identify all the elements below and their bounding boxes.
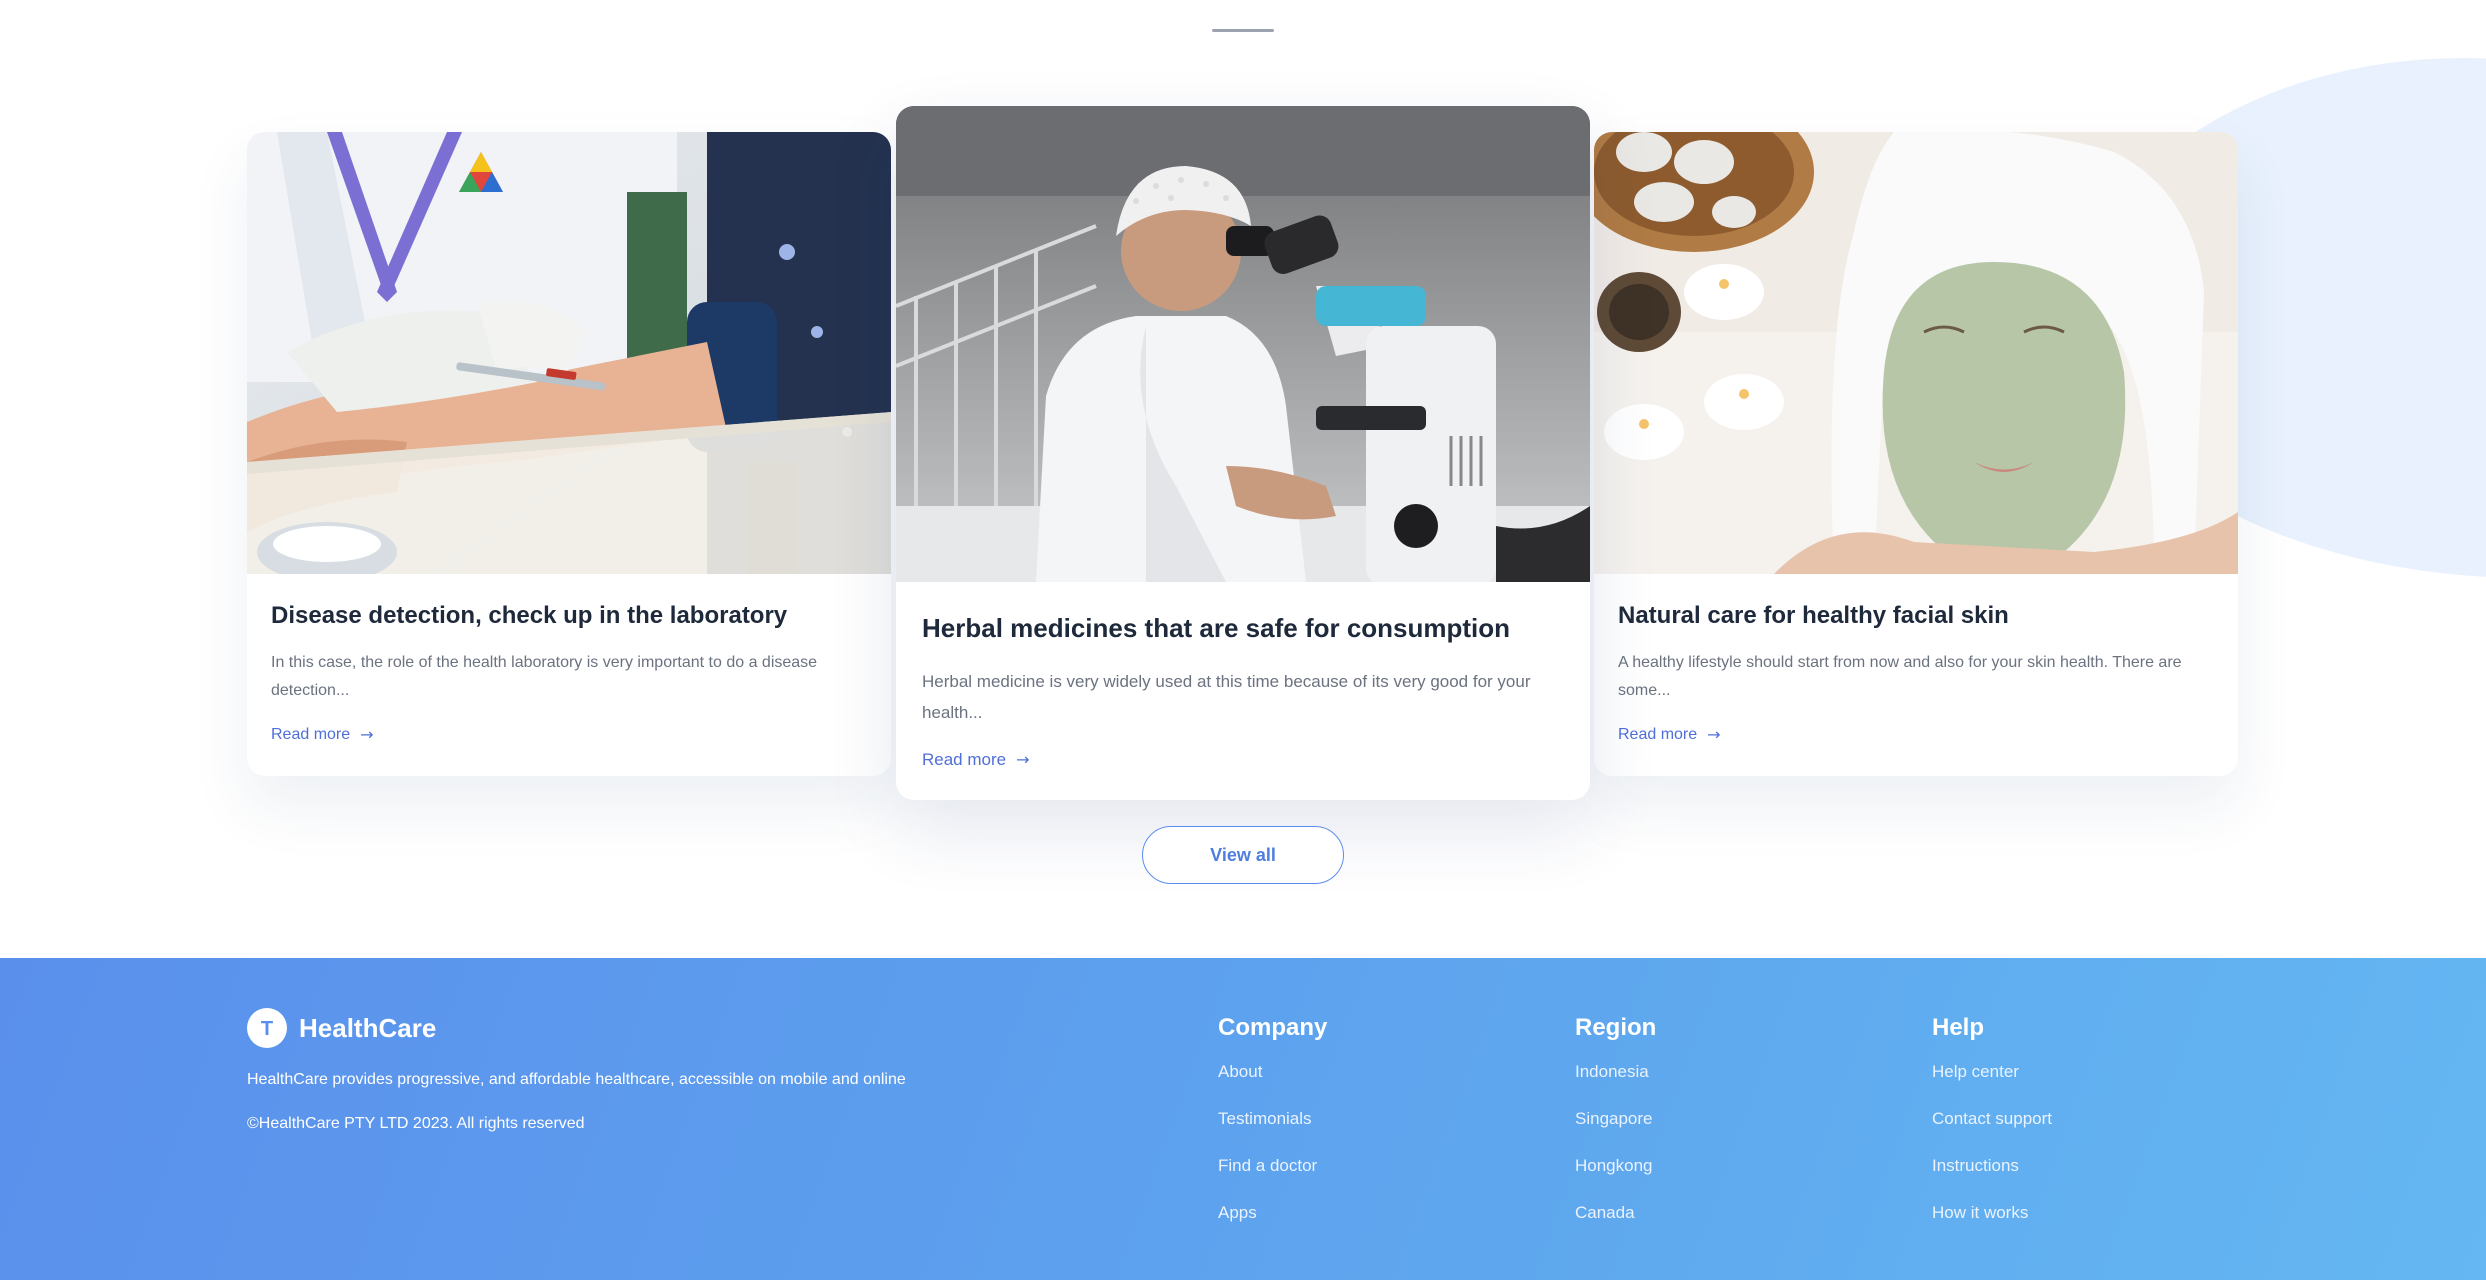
read-more-label: Read more: [271, 725, 351, 743]
read-more-link[interactable]: Read more →: [271, 725, 374, 744]
article-image[interactable]: [247, 132, 891, 574]
microscope-researcher-photo: [896, 106, 1590, 582]
footer: T HealthCare HealthCare provides progres…: [0, 958, 2486, 1280]
logo-letter: T: [261, 1018, 273, 1040]
footer-link-singapore[interactable]: Singapore: [1575, 1109, 1656, 1156]
footer-column-region: Region Indonesia Singapore Hongkong Cana…: [1575, 1014, 1656, 1250]
arrow-right-icon: →: [1707, 725, 1721, 745]
read-more-link[interactable]: Read more →: [922, 750, 1030, 770]
brand-description: HealthCare provides progressive, and aff…: [247, 1071, 906, 1088]
footer-column-title: Company: [1218, 1014, 1328, 1041]
page: Disease detection, check up in the labor…: [0, 0, 2486, 1280]
article-image[interactable]: [1594, 132, 2238, 574]
brand-name: HealthCare: [299, 1012, 437, 1043]
footer-link-hongkong[interactable]: Hongkong: [1575, 1156, 1656, 1203]
healthcare-logo-icon: T: [247, 1008, 287, 1048]
arrow-right-icon: →: [360, 725, 374, 745]
footer-brand[interactable]: T HealthCare: [247, 1008, 436, 1048]
footer-column-help: Help Help center Contact support Instruc…: [1932, 1014, 2052, 1250]
footer-link-canada[interactable]: Canada: [1575, 1203, 1656, 1250]
article-title[interactable]: Herbal medicines that are safe for consu…: [922, 612, 1564, 646]
blood-test-photo: [247, 132, 891, 574]
footer-link-contact-support[interactable]: Contact support: [1932, 1109, 2052, 1156]
article-title[interactable]: Disease detection, check up in the labor…: [271, 600, 867, 631]
read-more-link[interactable]: Read more →: [1618, 725, 1721, 744]
article-body: Disease detection, check up in the labor…: [247, 574, 891, 744]
facial-mask-spa-photo: [1594, 132, 2238, 574]
article-body: Herbal medicines that are safe for consu…: [896, 582, 1590, 770]
copyright: ©HealthCare PTY LTD 2023. All rights res…: [247, 1115, 585, 1132]
article-title[interactable]: Natural care for healthy facial skin: [1618, 600, 2214, 631]
footer-link-instructions[interactable]: Instructions: [1932, 1156, 2052, 1203]
footer-link-find-a-doctor[interactable]: Find a doctor: [1218, 1156, 1327, 1203]
footer-link-indonesia[interactable]: Indonesia: [1575, 1062, 1656, 1109]
footer-link-about[interactable]: About: [1218, 1062, 1327, 1109]
footer-column-title: Help: [1932, 1014, 1985, 1041]
article-card-featured[interactable]: Herbal medicines that are safe for consu…: [896, 106, 1590, 800]
footer-link-testimonials[interactable]: Testimonials: [1218, 1109, 1327, 1156]
article-excerpt: Herbal medicine is very widely used at t…: [922, 671, 1531, 722]
read-more-label: Read more: [1618, 725, 1698, 743]
articles-section: Disease detection, check up in the labor…: [0, 0, 2486, 820]
article-excerpt: A healthy lifestyle should start from no…: [1618, 654, 2182, 700]
article-card[interactable]: Natural care for healthy facial skin A h…: [1594, 132, 2238, 776]
article-excerpt: In this case, the role of the health lab…: [271, 654, 818, 700]
footer-link-how-it-works[interactable]: How it works: [1932, 1203, 2052, 1250]
footer-column-title: Region: [1575, 1014, 1657, 1041]
view-all-button[interactable]: View all: [1142, 826, 1344, 884]
footer-link-help-center[interactable]: Help center: [1932, 1062, 2052, 1109]
article-card[interactable]: Disease detection, check up in the labor…: [247, 132, 891, 776]
article-body: Natural care for healthy facial skin A h…: [1594, 574, 2238, 744]
footer-link-apps[interactable]: Apps: [1218, 1203, 1327, 1250]
read-more-label: Read more: [922, 749, 1007, 769]
footer-column-company: Company About Testimonials Find a doctor…: [1218, 1014, 1327, 1250]
article-image[interactable]: [896, 106, 1590, 582]
arrow-right-icon: →: [1016, 750, 1030, 770]
